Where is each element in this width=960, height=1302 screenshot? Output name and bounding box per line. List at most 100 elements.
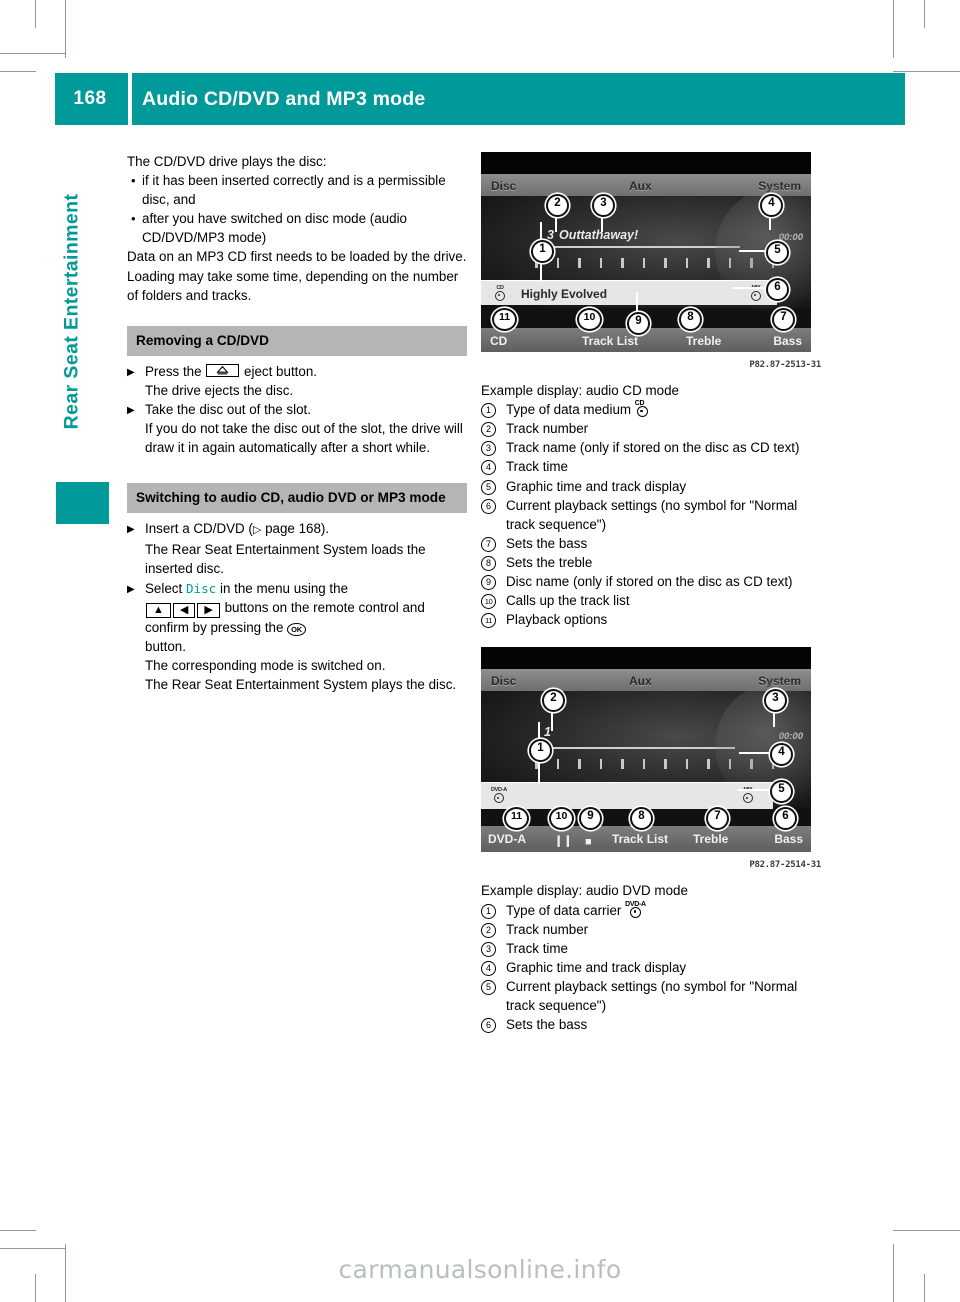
menu-tab-aux[interactable]: Aux [629, 177, 652, 196]
legend-item-2: 2 Track number [481, 419, 821, 438]
legend-item-8: 8 Sets the treble [481, 553, 821, 572]
step-text-before: Insert a CD/DVD ( [145, 521, 253, 537]
disc-name-display: Highly Evolved [521, 287, 608, 301]
step-text-d: button. [145, 638, 186, 654]
legend-item-9: 9 Disc name (only if stored on the disc … [481, 572, 821, 591]
legend-text: Playback options [506, 612, 608, 628]
legend-text: Current playback settings (no symbol for… [506, 497, 798, 532]
legend-item-4: 4 Graphic time and track display [481, 958, 821, 977]
legend-text: Sets the bass [506, 1017, 588, 1033]
legend-number: 1 [481, 903, 496, 919]
legend-text: Track number [506, 921, 589, 937]
dvd-a-disc-icon: DVD-A [625, 901, 651, 918]
arrow-up-icon: ▲ [146, 602, 171, 618]
page-number: 168 [73, 88, 107, 109]
header-divider [128, 73, 132, 125]
menu-tab-aux[interactable]: Aux [629, 672, 652, 691]
legend-number: 1 [481, 403, 496, 419]
intro-paragraph: The CD/DVD drive plays the disc: [127, 154, 327, 169]
legend-text: Type of data medium [506, 402, 632, 418]
softkey-treble[interactable]: Treble [686, 332, 721, 351]
callout-6: 6 [766, 278, 789, 301]
softkey-track-list[interactable]: Track List [582, 332, 638, 351]
legend-audio-cd: 1 Type of data medium CD 2 Track number … [481, 400, 821, 629]
softkey-bass[interactable]: Bass [773, 332, 802, 351]
step-detail: The drive ejects the disc. [145, 382, 294, 398]
figure-audio-cd-mode: Disc Aux System 3 Outtathaway! 00:00 CD … [481, 152, 821, 400]
menu-item-disc: Disc [185, 580, 217, 596]
legend-item-3: 3 Track name (only if stored on the disc… [481, 438, 821, 457]
list-item: if it has been inserted correctly and is… [127, 171, 467, 209]
legend-item-7: 7 Sets the bass [481, 534, 821, 553]
screen-audio-dvd: Disc Aux System 1 00:00 DVD-A MIX [481, 647, 811, 853]
right-content-column: Disc Aux System 3 Outtathaway! 00:00 CD … [481, 152, 821, 1034]
callout-9: 9 [627, 312, 650, 335]
legend-item-5: 5 Current playback settings (no symbol f… [481, 977, 821, 1015]
stop-icon[interactable]: ■ [585, 833, 592, 852]
eject-button-icon [206, 363, 240, 377]
step-select-disc: Select Disc in the menu using the ▲◀▶ bu… [127, 579, 467, 694]
menu-tab-disc[interactable]: Disc [491, 672, 516, 691]
legend-item-3: 3 Track time [481, 939, 821, 958]
crop-mark-top-left-horizontal [0, 53, 66, 54]
crop-mark-top-right-horizontal [893, 71, 960, 72]
cross-reference-text: page 168). [261, 521, 330, 537]
callout-3: 3 [592, 194, 615, 217]
crop-mark-top-right-inner-vertical [924, 0, 925, 28]
site-watermark: carmanualsonline.info [338, 1255, 622, 1284]
cd-disc-icon: CD [635, 400, 657, 418]
screen-softkey-bar: DVD-A ❙❙ ■ Track List Treble Bass [481, 826, 811, 853]
screen-info-bar: DVD-A MIX [481, 782, 773, 810]
callout-10: 10 [577, 308, 602, 331]
step-insert-disc: Insert a CD/DVD (▷ page 168). The Rear S… [127, 519, 467, 578]
legend-text: Track name (only if stored on the disc a… [506, 440, 800, 456]
legend-text: Disc name (only if stored on the disc as… [506, 574, 793, 590]
playback-settings-glyph [751, 291, 761, 301]
ok-button-icon: OK [287, 622, 307, 636]
softkey-treble[interactable]: Treble [693, 830, 728, 849]
remote-buttons-line: ▲ ◀ ▶ buttons on the remote control and co… [145, 598, 467, 637]
legend-number: 2 [481, 422, 496, 438]
legend-text: Track number [506, 421, 589, 437]
legend-text: Type of data carrier [506, 902, 622, 918]
legend-text: Track time [506, 459, 568, 475]
crop-mark-bottom-right-horizontal [893, 1230, 960, 1231]
track-name-display: Outtathaway! [559, 228, 639, 242]
section-heading-removing: Removing a CD/DVD [127, 325, 467, 356]
legend-item-6: 6 Sets the bass [481, 1015, 821, 1034]
crop-mark-top-left-inner-vertical [35, 0, 36, 28]
chapter-sidebar-marker [56, 482, 109, 524]
crop-mark-bottom-left-inner-horizontal [0, 1230, 36, 1231]
legend-number: 2 [481, 922, 496, 938]
callout-8: 8 [679, 308, 702, 331]
figure-audio-dvd-mode: Disc Aux System 1 00:00 DVD-A MIX [481, 647, 821, 900]
legend-number: 3 [481, 441, 496, 457]
step-text-after: eject button. [244, 363, 318, 379]
softkey-dvd-a[interactable]: DVD-A [488, 830, 526, 849]
step-text-b: in the menu using the [216, 580, 349, 596]
disc-glyph [495, 291, 505, 301]
legend-item-1: 1 Type of data carrier DVD-A [481, 901, 821, 920]
chapter-sidebar-label: Rear Seat Entertainment [60, 193, 83, 430]
progress-bar [535, 747, 735, 749]
list-item: after you have switched on disc mode (au… [127, 209, 467, 247]
legend-number: 5 [481, 979, 496, 995]
legend-number: 4 [481, 960, 496, 976]
callout-11: 11 [492, 308, 517, 331]
softkey-track-list[interactable]: Track List [612, 830, 668, 849]
legend-audio-dvd: 1 Type of data carrier DVD-A 2 Track num… [481, 901, 821, 1035]
legend-number: 6 [481, 498, 496, 514]
screen-top-bezel [481, 647, 811, 670]
menu-tab-disc[interactable]: Disc [491, 177, 516, 196]
pause-icon[interactable]: ❙❙ [554, 832, 572, 851]
crop-mark-top-left-vertical [65, 0, 66, 58]
step-detail-1: The corresponding mode is switched on. [145, 657, 386, 673]
arrow-left-icon: ◀ [172, 602, 196, 618]
softkey-cd[interactable]: CD [490, 332, 507, 351]
step-eject: Press the eject button. The drive ejects… [127, 362, 467, 400]
figure-caption: Example display: audio CD mode [481, 383, 679, 399]
softkey-bass[interactable]: Bass [774, 830, 803, 849]
step-detail: The Rear Seat Entertainment System loads… [145, 542, 426, 577]
removing-steps-list: Press the eject button. The drive ejects… [127, 362, 467, 457]
track-tick-marks [535, 258, 793, 268]
